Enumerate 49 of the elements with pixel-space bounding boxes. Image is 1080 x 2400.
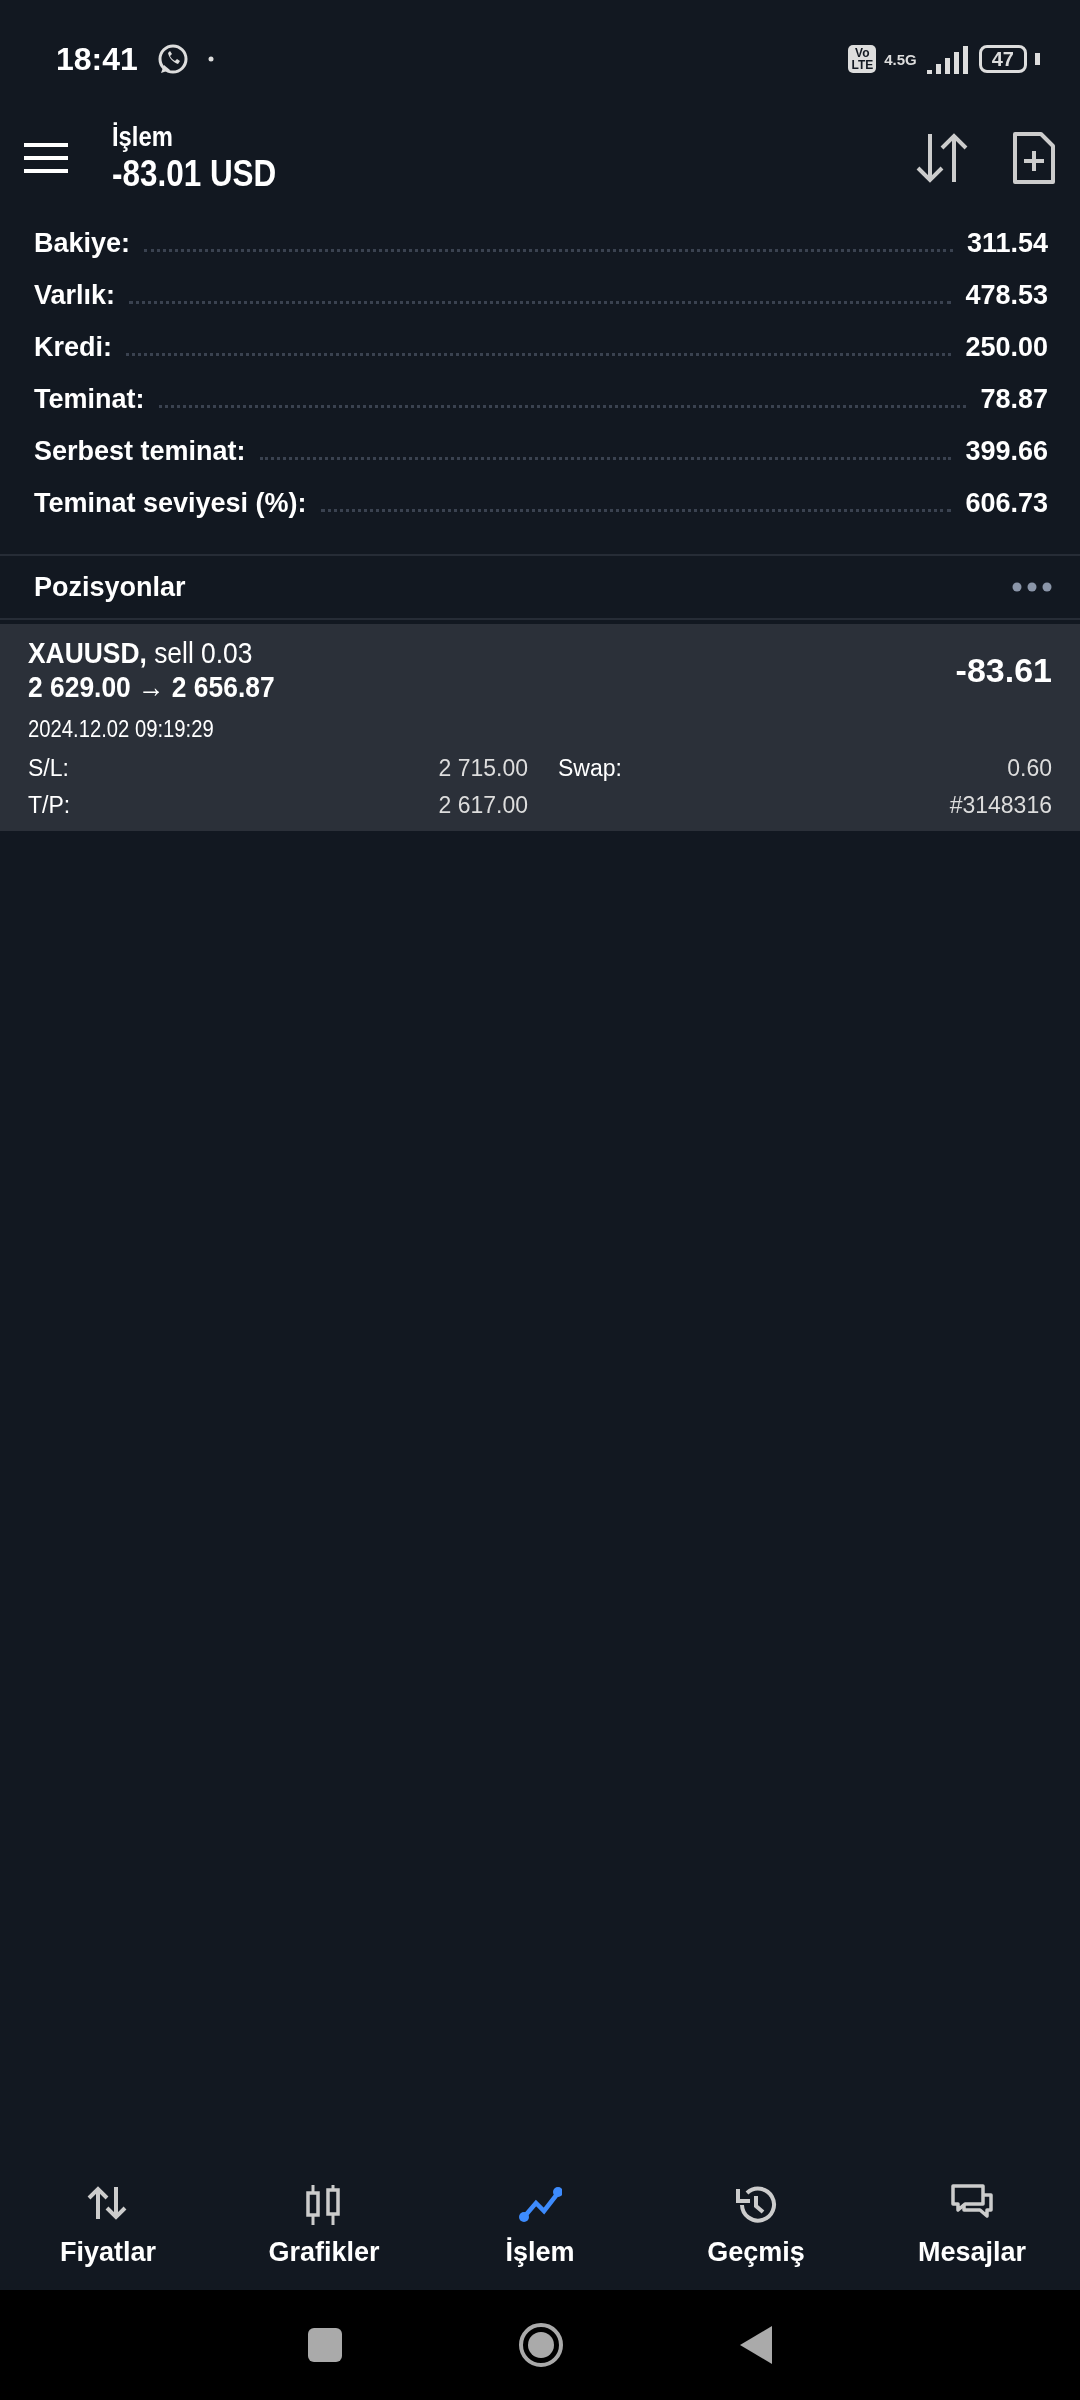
summary-value: 478.53 bbox=[965, 280, 1048, 311]
swap-value: 0.60 bbox=[1007, 755, 1052, 782]
position-profit: -83.61 bbox=[955, 650, 1052, 690]
nav-tab[interactable]: Mesajlar bbox=[864, 2182, 1080, 2268]
position-side: sell 0.03 bbox=[154, 636, 253, 669]
summary-label: Kredi: bbox=[34, 332, 112, 363]
price-arrow: → bbox=[138, 670, 165, 703]
summary-label: Serbest teminat: bbox=[34, 436, 246, 467]
summary-label: Teminat seviyesi (%): bbox=[34, 488, 307, 519]
network-type: 4.5G bbox=[884, 50, 917, 68]
take-profit-value: 2 617.00 bbox=[438, 792, 528, 819]
summary-value: 311.54 bbox=[966, 228, 1048, 259]
field-label: S/L: bbox=[28, 755, 69, 782]
summary-value: 606.73 bbox=[965, 488, 1048, 519]
back-button[interactable] bbox=[740, 2326, 772, 2364]
volte-icon: Vo LTE bbox=[848, 45, 877, 73]
menu-icon[interactable] bbox=[24, 141, 68, 175]
add-document-icon[interactable] bbox=[1012, 131, 1056, 185]
current-price: 2 656.87 bbox=[171, 670, 275, 703]
open-time: 2024.12.02 09:19:29 bbox=[28, 716, 214, 742]
open-price: 2 629.00 bbox=[28, 670, 131, 703]
field-label: T/P: bbox=[28, 792, 71, 819]
signal-icon bbox=[924, 44, 971, 74]
position-symbol: XAUUSD, bbox=[28, 636, 147, 669]
home-button[interactable] bbox=[518, 2322, 564, 2368]
nav-tab[interactable]: İşlem bbox=[432, 2182, 648, 2268]
nav-tab[interactable]: Fiyatlar bbox=[0, 2182, 216, 2268]
summary-value: 250.00 bbox=[965, 332, 1048, 363]
summary-value: 78.87 bbox=[980, 384, 1048, 415]
nav-tab[interactable]: Geçmiş bbox=[648, 2182, 864, 2268]
nav-tab[interactable]: Grafikler bbox=[216, 2182, 432, 2268]
dot-icon bbox=[207, 56, 214, 62]
sort-arrows-icon[interactable] bbox=[914, 132, 970, 184]
floating-profit: -83.01 USD bbox=[112, 153, 277, 195]
screen-title: İşlem bbox=[112, 121, 174, 153]
summary-value: 399.66 bbox=[965, 436, 1048, 467]
field-label: Swap: bbox=[558, 755, 622, 782]
summary-label: Bakiye: bbox=[34, 228, 131, 259]
battery-tip-icon bbox=[1035, 53, 1040, 65]
more-icon[interactable] bbox=[1012, 582, 1052, 592]
section-title: Pozisyonlar bbox=[34, 571, 186, 603]
position-card[interactable]: XAUUSD, sell 0.03 2 629.00 → 2 656.87 -83.61 2024.12.02 09:19:29 S/L: 2 715.00 Swap: 0.60 T/P: 2 617.00 #3148316 bbox=[0, 624, 1080, 831]
stop-loss-value: 2 715.00 bbox=[438, 755, 528, 782]
recents-button[interactable] bbox=[308, 2328, 342, 2362]
battery-icon: 47 bbox=[978, 45, 1027, 73]
summary-label: Teminat: bbox=[34, 384, 145, 415]
ticket-number: #3148316 bbox=[949, 792, 1052, 819]
summary-label: Varlık: bbox=[34, 280, 116, 311]
clock: 18:41 bbox=[56, 40, 138, 78]
